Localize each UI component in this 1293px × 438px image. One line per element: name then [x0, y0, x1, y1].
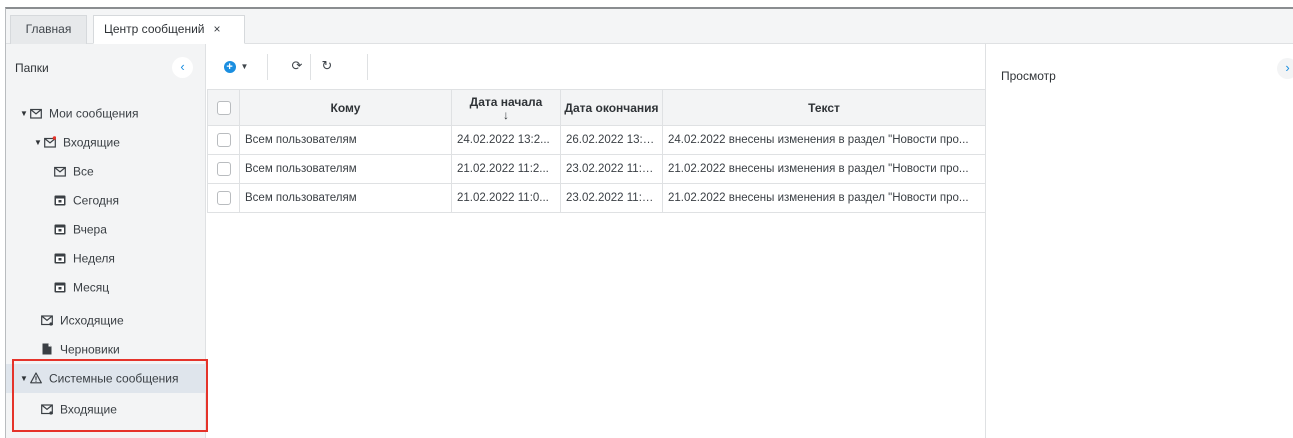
folders-header: Папки ‹ — [6, 44, 206, 92]
tree-item-label: Черновики — [60, 342, 120, 357]
toolbar-divider — [367, 54, 368, 80]
tab-home[interactable]: Главная — [10, 15, 87, 44]
sync-button[interactable]: ⟳ — [285, 54, 309, 78]
preview-title: Просмотр — [1001, 69, 1056, 83]
sort-down-icon: ↓ — [503, 107, 509, 122]
cell-start-date: 24.02.2022 13:2... — [451, 125, 561, 155]
folders-title: Папки — [15, 61, 49, 75]
row-checkbox[interactable] — [216, 162, 231, 176]
folders-panel: Папки ‹ ▼ Мои сообщения ▼ Входящие Все Сег… — [6, 44, 206, 438]
grid-toolbar: + ▼ ⟳ ↻ — [207, 44, 985, 89]
row-select-cell[interactable] — [207, 183, 240, 213]
cell-end-date: 23.02.2022 11:2... — [560, 154, 663, 184]
row-checkbox[interactable] — [216, 191, 231, 205]
cell-end-date: 23.02.2022 11:0... — [560, 183, 663, 213]
inbox-icon — [44, 136, 56, 148]
calendar-icon — [54, 281, 66, 293]
caret-down-icon[interactable]: ▼ — [20, 99, 28, 128]
tree-item-outbox[interactable]: Исходящие — [6, 306, 206, 335]
caret-down-icon[interactable]: ▼ — [34, 128, 42, 157]
tree-item-all[interactable]: Все — [6, 157, 206, 186]
cell-text: 21.02.2022 внесены изменения в раздел "Н… — [662, 154, 986, 184]
caret-down-icon: ▼ — [240, 61, 249, 71]
chevron-right-icon[interactable]: › — [1277, 58, 1293, 79]
row-select-cell[interactable] — [207, 125, 240, 155]
column-header-to[interactable]: Кому — [239, 89, 452, 126]
cell-start-date: 21.02.2022 11:0... — [451, 183, 561, 213]
tree-item-system-inbox[interactable]: Входящие — [6, 395, 206, 424]
tree-item-yesterday[interactable]: Вчера — [6, 215, 206, 244]
cell-text: 24.02.2022 внесены изменения в раздел "Н… — [662, 125, 986, 155]
calendar-icon — [54, 223, 66, 235]
plus-circle-icon: + — [223, 60, 236, 73]
column-header-start-date[interactable]: Дата начала ↓ — [451, 89, 561, 126]
tree-item-label: Системные сообщения — [49, 371, 179, 386]
tab-close-icon[interactable]: × — [213, 22, 220, 36]
document-icon — [41, 343, 53, 355]
cell-to: Всем пользователям — [239, 183, 452, 213]
tree-item-label: Сегодня — [73, 193, 119, 208]
column-header-label: Текст — [808, 100, 840, 115]
sync-icon: ⟳ — [291, 58, 303, 73]
refresh-icon: ↻ — [321, 58, 333, 73]
outbox-icon — [41, 314, 53, 326]
select-all-cell[interactable] — [207, 89, 240, 126]
tree-item-today[interactable]: Сегодня — [6, 186, 206, 215]
tab-message-center[interactable]: Центр сообщений × — [93, 15, 245, 44]
warning-icon — [30, 372, 42, 384]
mail-open-icon — [30, 107, 42, 119]
caret-down-icon[interactable]: ▼ — [20, 364, 28, 393]
column-header-label: Дата окончания — [564, 100, 659, 115]
mail-open-icon — [54, 165, 66, 177]
cell-end-date: 26.02.2022 13:2... — [560, 125, 663, 155]
tree-item-my-messages[interactable]: ▼ Мои сообщения — [6, 99, 206, 128]
row-select-cell[interactable] — [207, 154, 240, 184]
cell-to: Всем пользователям — [239, 125, 452, 155]
tab-message-center-label: Центр сообщений — [104, 22, 205, 36]
cell-start-date: 21.02.2022 11:2... — [451, 154, 561, 184]
refresh-button[interactable]: ↻ — [315, 54, 339, 78]
add-message-button[interactable]: + ▼ — [221, 54, 251, 78]
tree-item-label: Вчера — [73, 222, 107, 237]
cell-text: 21.02.2022 внесены изменения в раздел "Н… — [662, 183, 986, 213]
calendar-icon — [54, 194, 66, 206]
calendar-icon — [54, 252, 66, 264]
tree-item-label: Мои сообщения — [49, 106, 139, 121]
table-row[interactable]: Всем пользователям 21.02.2022 11:0... 23… — [207, 183, 986, 213]
tree-item-label: Неделя — [73, 251, 115, 266]
tab-bar: Главная Центр сообщений × — [6, 9, 1293, 44]
inbox-icon — [41, 403, 53, 415]
column-header-text[interactable]: Текст — [662, 89, 986, 126]
tree-item-drafts[interactable]: Черновики — [6, 335, 206, 364]
tree-item-month[interactable]: Месяц — [6, 273, 206, 302]
cell-to: Всем пользователям — [239, 154, 452, 184]
table-row[interactable]: Всем пользователям 21.02.2022 11:2... 23… — [207, 154, 986, 184]
tree-item-system-messages[interactable]: ▼ Системные сообщения — [6, 364, 206, 393]
column-header-label: Дата начала — [469, 94, 543, 109]
select-all-checkbox[interactable] — [216, 100, 231, 115]
tree-item-label: Входящие — [60, 402, 117, 417]
tree-item-week[interactable]: Неделя — [6, 244, 206, 273]
toolbar-divider — [310, 54, 311, 80]
messages-table: Кому Дата начала ↓ Дата окончания Текст В… — [207, 89, 986, 213]
tree-item-label: Месяц — [73, 280, 110, 295]
table-header-row: Кому Дата начала ↓ Дата окончания Текст — [207, 89, 986, 126]
messages-grid-panel: + ▼ ⟳ ↻ Кому Дата начала ↓ Дата окончани… — [207, 44, 986, 438]
tree-item-inbox[interactable]: ▼ Входящие — [6, 128, 206, 157]
toolbar-divider — [267, 54, 268, 80]
preview-panel: Просмотр › — [985, 44, 1293, 438]
column-header-label: Кому — [330, 100, 361, 115]
tree-item-label: Исходящие — [60, 313, 124, 328]
chevron-left-icon[interactable]: ‹ — [172, 57, 193, 78]
tab-home-label: Главная — [25, 22, 72, 36]
tree-item-label: Все — [73, 164, 94, 179]
table-row[interactable]: Всем пользователям 24.02.2022 13:2... 26… — [207, 125, 986, 155]
row-checkbox[interactable] — [216, 133, 231, 147]
tree-item-label: Входящие — [63, 135, 120, 150]
column-header-end-date[interactable]: Дата окончания — [560, 89, 663, 126]
app-window: Главная Центр сообщений × Папки ‹ ▼ Мои со… — [5, 7, 1293, 438]
